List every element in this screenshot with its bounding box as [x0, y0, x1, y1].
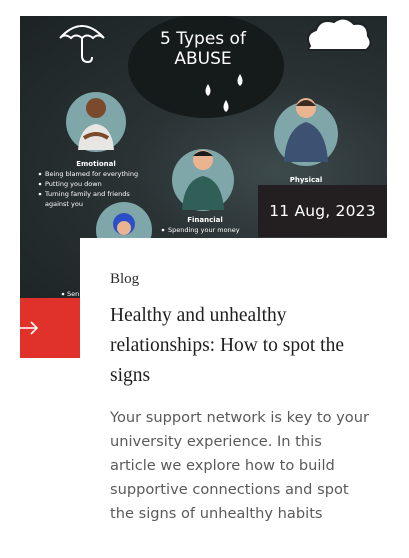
- article-excerpt: Your support network is key to your univ…: [110, 409, 369, 522]
- financial-figure-icon: [172, 149, 234, 211]
- emotional-figure-icon: [66, 92, 126, 152]
- svg-text:against you: against you: [45, 200, 83, 208]
- financial-bullet: Spending your money: [168, 226, 240, 234]
- svg-text:Putting you down: Putting you down: [45, 180, 102, 188]
- date-badge: 11 Aug, 2023: [258, 185, 387, 237]
- article-title[interactable]: Healthy and unhealthy relationships: How…: [110, 301, 375, 391]
- svg-text:Being blamed for everything: Being blamed for everything: [45, 170, 138, 178]
- category-label[interactable]: Blog: [110, 271, 139, 288]
- article-card[interactable]: 5 Types of ABUSE Emotional Being blamed …: [0, 0, 409, 558]
- read-more-button[interactable]: [20, 298, 80, 358]
- umbrella-icon: [59, 25, 105, 64]
- emotional-label: Emotional: [76, 160, 116, 168]
- arrow-right-icon: [20, 321, 39, 335]
- physical-label: Physical: [290, 176, 323, 184]
- partial-bullet: Sen: [67, 290, 79, 298]
- card-content: Blog Healthy and unhealthy relationships…: [80, 238, 387, 558]
- svg-text:Turning family and friends: Turning family and friends: [44, 190, 130, 198]
- cloud-icon: [307, 17, 372, 51]
- physical-figure-icon: [274, 98, 338, 166]
- financial-label: Financial: [187, 216, 223, 224]
- infographic-title-line2: ABUSE: [174, 49, 231, 69]
- infographic-title-line1: 5 Types of: [160, 29, 247, 49]
